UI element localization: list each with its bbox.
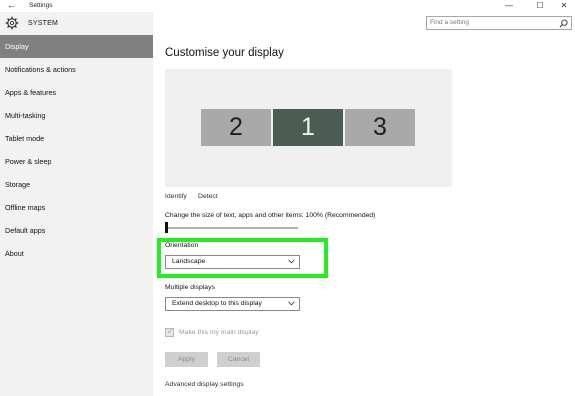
scale-slider-thumb[interactable] <box>165 222 168 233</box>
page-title: Customise your display <box>165 47 284 59</box>
gear-icon <box>5 16 19 30</box>
monitor-3[interactable]: 3 <box>345 109 415 146</box>
minimize-button[interactable]: — <box>496 0 522 12</box>
sidebar-title: SYSTEM <box>28 20 58 27</box>
sidebar-item-default-apps[interactable]: Default apps <box>0 219 153 242</box>
back-arrow-icon[interactable]: ← <box>7 0 16 10</box>
main-display-label: Make this my main display <box>179 329 259 336</box>
multiple-displays-value: Extend desktop to this display <box>172 300 262 307</box>
identify-link[interactable]: Identify <box>165 193 187 200</box>
chevron-down-icon <box>288 301 295 306</box>
sidebar-item-about[interactable]: About <box>0 242 153 265</box>
sidebar-item-power-sleep[interactable]: Power & sleep <box>0 150 153 173</box>
close-button[interactable]: ✕ <box>551 0 575 12</box>
search-input[interactable]: Find a setting <box>426 16 572 30</box>
main-display-checkbox[interactable]: ✓ <box>165 327 174 337</box>
cancel-button[interactable]: Cancel <box>217 352 260 367</box>
checkmark-icon: ✓ <box>167 327 174 336</box>
sidebar-item-offline-maps[interactable]: Offline maps <box>0 196 153 219</box>
apply-button[interactable]: Apply <box>165 352 208 367</box>
sidebar-header: SYSTEM <box>0 12 153 36</box>
title-bar: ← Settings — ☐ ✕ <box>0 0 575 12</box>
sidebar-item-display[interactable]: Display <box>0 35 153 58</box>
sidebar-item-tablet-mode[interactable]: Tablet mode <box>0 127 153 150</box>
search-icon[interactable] <box>559 19 568 28</box>
multiple-displays-label: Multiple displays <box>165 284 215 291</box>
scale-slider-track[interactable] <box>165 227 298 229</box>
sidebar: SYSTEM Display Notifications & actions A… <box>0 12 153 396</box>
orientation-dropdown[interactable]: Landscape <box>165 255 300 269</box>
sidebar-item-notifications[interactable]: Notifications & actions <box>0 58 153 81</box>
maximize-button[interactable]: ☐ <box>527 0 553 12</box>
sidebar-item-apps-features[interactable]: Apps & features <box>0 81 153 104</box>
orientation-value: Landscape <box>172 258 206 265</box>
advanced-display-settings-link[interactable]: Advanced display settings <box>165 381 244 388</box>
monitor-2[interactable]: 2 <box>201 109 271 146</box>
scale-label: Change the size of text, apps and other … <box>165 212 376 219</box>
monitor-1-selected[interactable]: 1 <box>273 109 343 146</box>
chevron-down-icon <box>288 259 295 264</box>
detect-link[interactable]: Detect <box>198 193 218 200</box>
orientation-label: Orientation <box>165 242 199 249</box>
sidebar-item-multitasking[interactable]: Multi-tasking <box>0 104 153 127</box>
sidebar-item-storage[interactable]: Storage <box>0 173 153 196</box>
window-title: Settings <box>29 2 53 9</box>
search-placeholder: Find a setting <box>430 19 470 26</box>
multiple-displays-dropdown[interactable]: Extend desktop to this display <box>165 297 300 311</box>
monitor-arrangement: 2 1 3 <box>165 69 452 187</box>
